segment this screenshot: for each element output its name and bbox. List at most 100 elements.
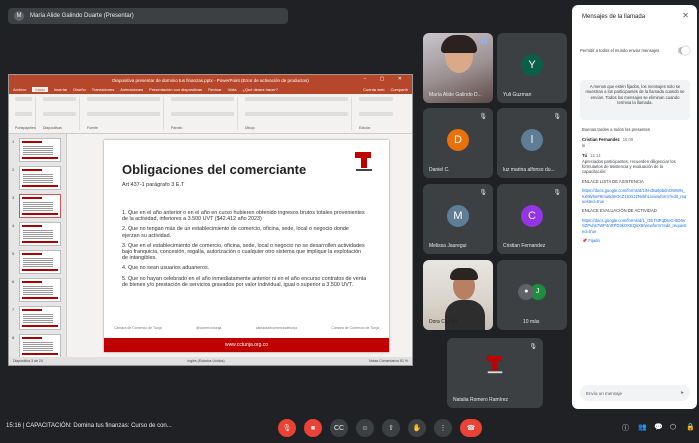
tab-revisar[interactable]: Revisar — [208, 87, 222, 92]
chat-info-notice: A menos que estén fijados, los mensajes … — [580, 80, 690, 120]
participant-avatar: l — [521, 128, 543, 151]
participant-tile[interactable]: 🎙 D Daniel C. — [423, 108, 493, 178]
slide-thumbnail[interactable]: 1 — [12, 138, 61, 162]
participant-name: luz marina alfonso du... — [503, 167, 555, 173]
mic-toggle-icon[interactable]: 🎙 — [278, 419, 296, 437]
slide-point: 3. Que en el establecimiento de comercio… — [122, 242, 365, 262]
ribbon-group-clipboard[interactable]: Portapapeles — [12, 97, 36, 130]
tab-vista[interactable]: Vista — [228, 87, 237, 92]
participant-tile-video[interactable]: Dora Carrillo — [423, 260, 493, 330]
chat-input[interactable]: Envía un mensaje ➤ — [580, 385, 690, 401]
participant-tile[interactable]: 🎙 C Cristian Fernandez — [497, 184, 567, 254]
ppt-ribbon: Portapapeles Diapositivas Fuente Párrafo… — [9, 94, 412, 134]
message-time: 15:09 — [622, 137, 634, 143]
attendance-link[interactable]: https://docs.google.com/forms/d/1iN-d5a9… — [582, 188, 687, 204]
slide-thumbnail[interactable]: 7 — [12, 306, 61, 330]
raise-hand-icon[interactable]: ✋ — [408, 419, 426, 437]
tab-insertar[interactable]: Insertar — [54, 87, 68, 92]
tab-animaciones[interactable]: Animaciones — [120, 87, 143, 92]
lock-icon[interactable]: 🔒 — [686, 423, 695, 431]
close-icon[interactable]: ✕ — [682, 11, 689, 20]
captions-icon[interactable]: CC — [330, 419, 348, 437]
ribbon-group-drawing[interactable]: Dibujo — [242, 97, 352, 130]
muted-mic-icon: 🎙 — [553, 190, 561, 196]
participant-avatar: C — [521, 204, 543, 227]
message-time: 15:14 — [590, 153, 601, 159]
ppt-window-title: Diapositiva presentar de dominio tus fin… — [112, 77, 309, 83]
send-icon[interactable]: ➤ — [680, 390, 684, 396]
participant-tile[interactable]: 🎙 M Melissa Jauregui — [423, 184, 493, 254]
participant-name: María Alide Galindo D... — [429, 92, 482, 98]
window-controls-icon[interactable]: − ▢ ✕ — [363, 76, 408, 82]
message-list: Buenas tardes a todos los presentes Cris… — [582, 127, 687, 244]
slide-point: 1. Que en el año anterior o en el año en… — [122, 210, 365, 223]
evaluation-link[interactable]: https://docs.google.com/forms/d/1_OE7stP… — [582, 218, 687, 234]
meeting-controls-bar: 15:16 | CAPACITACIÓN: Domina tus finanza… — [0, 413, 699, 443]
ppt-titlebar: Diapositiva presentar de dominio tus fin… — [9, 75, 412, 85]
slide-point: 4. Que no sean usuarios aduaneros. — [122, 265, 210, 272]
more-count: 10 más — [523, 319, 540, 325]
participant-name: Dora Carrillo — [429, 319, 458, 325]
message-heading: ENLACE EVALUACIÓN DE ACTIVIDAD — [582, 208, 657, 214]
slide-canvas[interactable]: Obligaciones del comerciante Art 437-1 p… — [104, 140, 389, 352]
people-icon: ● — [518, 283, 535, 300]
slide-social-footer: Cámara de Comercio de Tunja @comerciotun… — [114, 326, 379, 330]
camera-toggle-icon[interactable]: ■ — [304, 419, 322, 437]
participant-tile[interactable]: 🎙 l luz marina alfonso du... — [497, 108, 567, 178]
ribbon-group-paragraph[interactable]: Párrafo — [168, 97, 238, 130]
message-text: Apreciados participantes, recuerden dili… — [582, 158, 676, 175]
chamber-logo-icon — [486, 355, 503, 374]
ribbon-group-editing[interactable]: Edición — [356, 97, 396, 130]
activities-icon[interactable]: ⬡ — [670, 423, 676, 431]
chat-icon[interactable]: 💬 — [654, 423, 663, 431]
slide-point: 2. Que no tengan más de un establecimien… — [122, 226, 349, 239]
tab-inicio[interactable]: Inicio — [32, 87, 48, 92]
participant-name: Natalia Romero Ramírez — [453, 397, 509, 403]
emoji-icon[interactable]: ☺ — [356, 419, 374, 437]
ppt-user[interactable]: Cuenta web — [363, 87, 384, 92]
ppt-statusbar: Diapositiva 3 de 24 Inglés (Estados Unid… — [9, 357, 412, 365]
participant-avatar: Y — [521, 53, 543, 76]
chamber-logo-icon — [355, 152, 372, 171]
ribbon-group-font[interactable]: Fuente — [84, 97, 164, 130]
chat-panel: Mensajes de la llamada ✕ Permitir a todo… — [572, 5, 697, 409]
slide-website: www.cctunja.org.co — [224, 342, 269, 348]
permission-row: Permitir a todos el mundo enviar mensaje… — [580, 46, 690, 55]
tab-transiciones[interactable]: Transiciones — [92, 87, 115, 92]
people-icon[interactable]: 👥 — [638, 423, 647, 431]
share-button[interactable]: Compartir — [390, 87, 408, 92]
more-participants-tile[interactable]: J ● 10 más — [497, 260, 567, 330]
footer-item: Cámara de Comercio de Tunja — [114, 326, 162, 330]
participant-tile[interactable]: 🎙 Natalia Romero Ramírez — [447, 338, 543, 408]
slide-thumbnail[interactable]: 8 — [12, 334, 61, 358]
status-language: Inglés (Estados Unidos) — [187, 359, 225, 363]
slide-title: Obligaciones del comerciante — [122, 162, 307, 177]
message-heading: ENLACE LISTA DE ASISTENCIA — [582, 178, 644, 184]
slide-thumbnail[interactable]: 5 — [12, 250, 61, 274]
slide-thumbnail[interactable]: 4 — [12, 222, 61, 246]
slide-thumbnail[interactable]: 2 — [12, 166, 61, 190]
permission-label: Permitir a todos el mundo enviar mensaje… — [580, 48, 660, 53]
ribbon-group-slides[interactable]: Diapositivas — [40, 97, 80, 130]
info-icon[interactable]: ⓘ — [622, 423, 629, 433]
meeting-clock-title: 15:16 | CAPACITACIÓN: Domina tus finanza… — [6, 423, 172, 429]
tell-me-search[interactable]: ¿Qué desea hacer? — [242, 87, 277, 92]
present-icon[interactable]: ⇧ — [382, 419, 400, 437]
slide-thumbnail-selected[interactable]: 3 — [12, 194, 61, 218]
participant-avatar: M — [447, 204, 469, 227]
slide-bullet-list: 1. Que en el año anterior o en el año en… — [122, 210, 367, 292]
participant-tile-video[interactable]: ▮▮ María Alide Galindo D... — [423, 33, 493, 103]
shared-screen-powerpoint: Diapositiva presentar de dominio tus fin… — [8, 74, 413, 366]
pin-button[interactable]: 📌 Fijado — [582, 238, 687, 243]
more-options-icon[interactable]: ⋮ — [434, 419, 452, 437]
tab-archivo[interactable]: Archivo — [13, 87, 26, 92]
end-call-icon[interactable]: ☎ — [460, 419, 482, 437]
status-zoom[interactable]: Notas Comentarios 81 % — [369, 359, 408, 363]
participant-name: Yuli Guzman — [503, 92, 532, 98]
permission-toggle[interactable] — [678, 46, 690, 55]
tab-presentacion[interactable]: Presentación con diapositivas — [149, 87, 202, 92]
participant-tile[interactable]: Y Yuli Guzman — [497, 33, 567, 103]
tab-diseno[interactable]: Diseño — [73, 87, 85, 92]
slide-thumbnail[interactable]: 6 — [12, 278, 61, 302]
ppt-ribbon-tabs: Archivo Inicio Insertar Diseño Transicio… — [9, 85, 412, 94]
